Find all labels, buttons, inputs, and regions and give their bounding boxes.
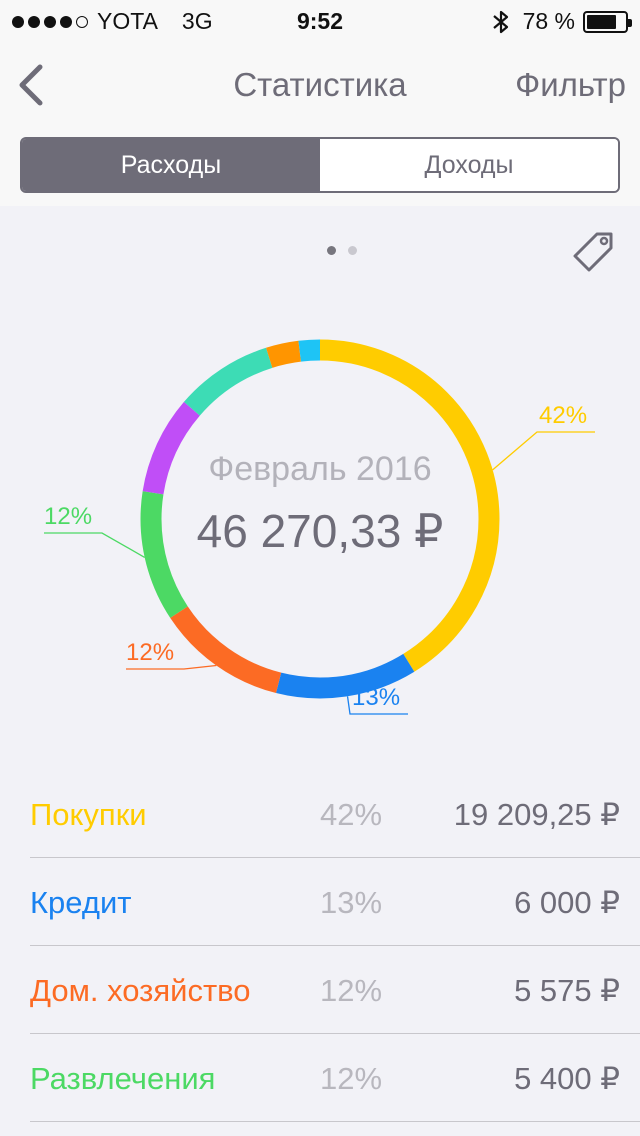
navigation-bar: Статистика Фильтр [0,40,640,130]
chart-total: 46 270,33 ₽ [196,505,444,557]
battery-level [587,14,616,29]
percent-label: 12% [126,639,175,666]
bluetooth-icon [492,10,508,33]
category-amount: 19 209,25 ₽ [453,797,620,832]
segmented-control: Расходы Доходы [20,137,620,193]
list-item[interactable]: Дом. хозяйство 12% 5 575 ₽ [0,946,640,1034]
status-bar: YOTA 3G 9:52 78 % [0,0,640,40]
category-percent: 12% [320,973,383,1008]
battery-percent: 78 % [522,8,575,34]
chart-month: Февраль 2016 [208,450,432,488]
list-item[interactable]: Кредит 13% 6 000 ₽ [0,858,640,946]
chart-area[interactable]: Февраль 2016 46 270,33 ₽ 42% 13% 12% 12% [0,206,640,766]
category-amount: 5 575 ₽ [514,973,620,1008]
segment-container: Расходы Доходы [0,130,640,206]
chevron-left-icon[interactable] [14,62,48,108]
category-percent: 12% [320,1061,383,1096]
category-name: Развлечения [30,1061,216,1096]
percent-label: 42% [539,402,588,429]
income-tab[interactable]: Доходы [320,139,618,191]
status-right: 78 % [491,8,632,35]
battery-tip [628,18,632,27]
category-list: Покупки 42% 19 209,25 ₽ Кредит 13% 6 000 ₽ Дом… [0,770,640,1122]
battery-icon [583,10,632,33]
expenses-tab[interactable]: Расходы [22,139,320,191]
filter-button[interactable]: Фильтр [515,66,626,104]
percent-label: 13% [352,684,401,711]
row-divider [30,1120,640,1122]
category-name: Покупки [30,797,147,832]
percent-label: 12% [44,503,93,530]
list-item[interactable]: Покупки 42% 19 209,25 ₽ [0,770,640,858]
category-amount: 6 000 ₽ [514,885,620,920]
category-name: Дом. хозяйство [30,973,251,1008]
category-amount: 5 400 ₽ [514,1061,620,1096]
category-percent: 13% [320,885,383,920]
list-item[interactable]: Развлечения 12% 5 400 ₽ [0,1034,640,1122]
category-percent: 42% [320,797,383,832]
category-name: Кредит [30,885,132,920]
